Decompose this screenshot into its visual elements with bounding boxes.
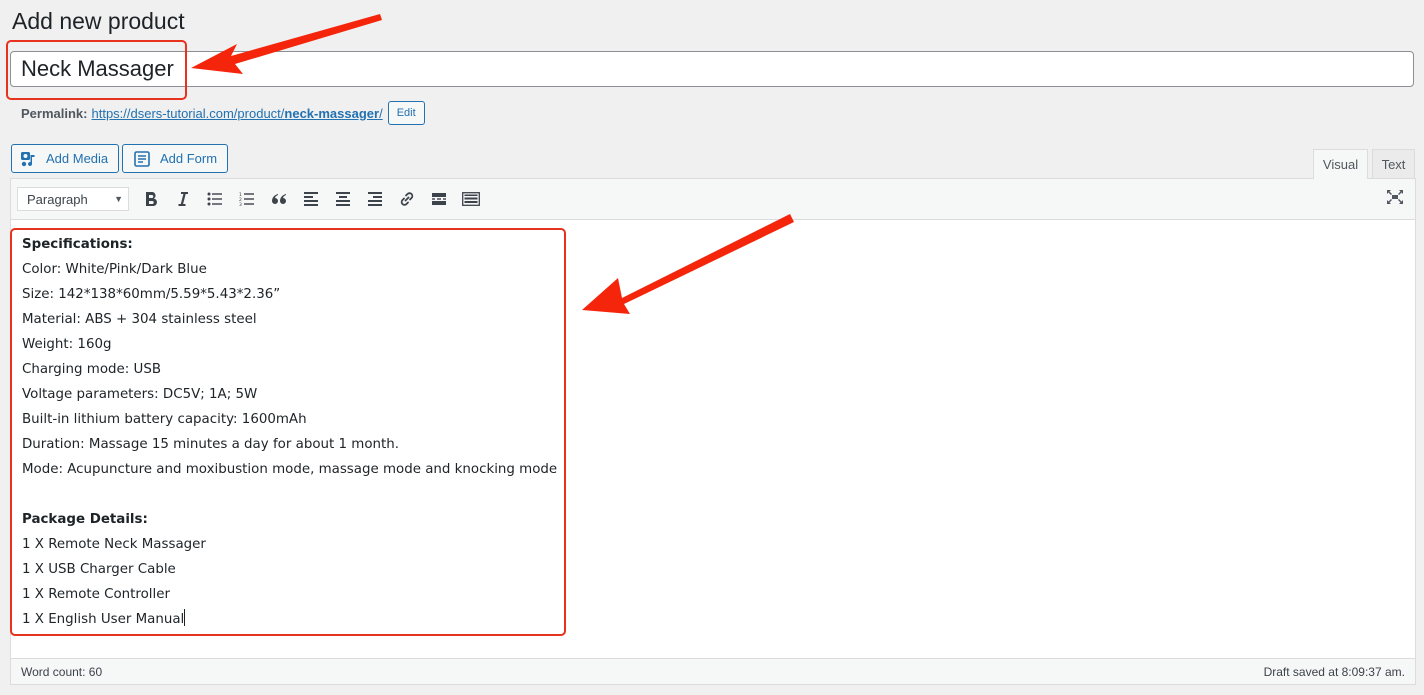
edit-permalink-button[interactable]: Edit [387,101,425,125]
read-more-button[interactable] [423,185,455,213]
permalink-base: https://dsers-tutorial.com/product/ [91,105,285,121]
add-form-button[interactable]: Add Form [122,144,229,173]
read-more-icon [431,193,447,205]
align-center-button[interactable] [327,185,359,213]
permalink-label: Permalink: [21,105,88,121]
spec-line: Color: White/Pink/Dark Blue [22,262,207,277]
media-icon [20,150,38,168]
italic-icon [176,191,190,207]
fullscreen-icon [1386,189,1404,210]
package-line: 1 X Remote Neck Massager [22,537,206,552]
align-right-icon [367,192,383,206]
spec-line: Weight: 160g [22,337,112,352]
word-count: Word count: 60 [21,664,103,679]
align-center-icon [335,192,351,206]
blockquote-icon [271,193,287,205]
form-icon [133,150,151,168]
permalink-slug: neck-massager [284,105,380,121]
page-title: Add new product [12,8,185,34]
align-left-icon [303,192,319,206]
add-media-label: Add Media [46,151,109,166]
align-right-button[interactable] [359,185,391,213]
editor-toolbar: Paragraph ▼ 123 [11,179,1415,220]
format-select[interactable]: Paragraph ▼ [17,187,129,211]
numbered-list-icon: 123 [239,192,255,206]
package-line: 1 X USB Charger Cable [22,562,176,577]
bold-button[interactable] [135,185,167,213]
editor: Paragraph ▼ 123 Specifications: Color: W… [10,178,1416,685]
svg-text:3: 3 [239,202,242,206]
link-icon [399,191,415,207]
permalink-link[interactable]: https://dsers-tutorial.com/product/neck-… [91,106,382,121]
spec-line: Material: ABS + 304 stainless steel [22,312,257,327]
bullet-list-button[interactable] [199,185,231,213]
spec-line: Voltage parameters: DC5V; 1A; 5W [22,387,258,402]
permalink-row: Permalink: https://dsers-tutorial.com/pr… [21,101,425,125]
text-cursor [184,609,186,626]
draft-status: Draft saved at 8:09:37 am. [1263,664,1405,679]
bullet-list-icon [207,192,223,206]
tab-visual[interactable]: Visual [1313,149,1368,179]
fullscreen-button[interactable] [1385,189,1405,209]
spec-line: Built-in lithium battery capacity: 1600m… [22,412,307,427]
chevron-down-icon: ▼ [114,194,123,204]
package-line: 1 X Remote Controller [22,587,170,602]
package-heading: Package Details: [22,512,148,527]
permalink-trailing: / [379,105,383,121]
add-form-label: Add Form [160,151,218,166]
numbered-list-button[interactable]: 123 [231,185,263,213]
toolbar-toggle-icon [462,192,480,206]
tab-text[interactable]: Text [1372,149,1415,178]
spec-line: Duration: Massage 15 minutes a day for a… [22,437,399,452]
align-left-button[interactable] [295,185,327,213]
spec-heading: Specifications: [22,237,133,252]
blockquote-button[interactable] [263,185,295,213]
italic-button[interactable] [167,185,199,213]
link-button[interactable] [391,185,423,213]
spec-line: Size: 142*138*60mm/5.59*5.43*2.36” [22,287,281,302]
spec-line: Charging mode: USB [22,362,162,377]
editor-content[interactable]: Specifications: Color: White/Pink/Dark B… [11,220,1415,627]
bold-icon [144,191,158,207]
package-line-last: 1 X English User Manual [22,607,1404,632]
toolbar-toggle-button[interactable] [455,185,487,213]
spec-line: Mode: Acupuncture and moxibustion mode, … [22,462,558,477]
add-media-button[interactable]: Add Media [11,144,120,173]
product-title-input[interactable] [10,51,1414,87]
package-line: 1 X English User Manual [22,612,185,627]
format-select-value: Paragraph [27,191,88,207]
editor-statusbar: Word count: 60 Draft saved at 8:09:37 am… [11,658,1415,684]
